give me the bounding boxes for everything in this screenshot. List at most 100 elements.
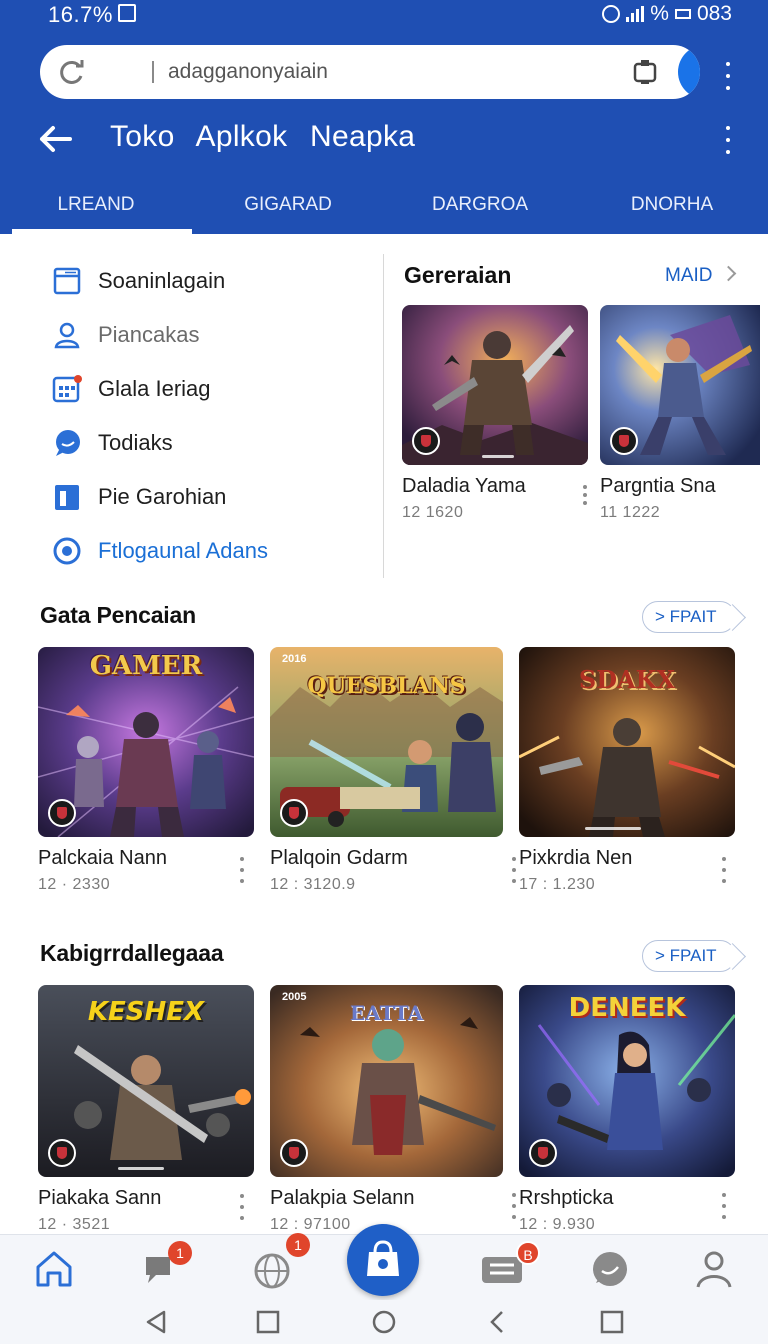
list-badge: B	[516, 1241, 540, 1265]
tab-dnorha[interactable]: DNORHA	[576, 186, 768, 234]
game-thumbnail[interactable]: KESHEX	[38, 985, 254, 1177]
more-options-icon[interactable]	[237, 857, 247, 883]
game-card[interactable]: DENEEK Rrshpticka 12 : 9.930	[519, 985, 735, 1234]
tab-lreand[interactable]: LREAND	[0, 186, 192, 234]
search-bar[interactable]	[40, 45, 700, 99]
recents-square-icon[interactable]	[254, 1308, 282, 1336]
more-options-icon[interactable]	[580, 485, 590, 505]
profile-icon[interactable]	[692, 1247, 736, 1291]
section-title: Kabigrrdallegaaa	[40, 940, 224, 966]
tab-label: DARGROA	[431, 194, 529, 215]
tab-dargroa[interactable]: DARGROA	[384, 186, 576, 234]
tab-label: LREAND	[57, 194, 135, 215]
status-icons: % 083	[602, 2, 732, 26]
search-input[interactable]	[168, 53, 608, 91]
menu-item-soaninlagain[interactable]: Soaninlagain	[0, 254, 384, 308]
game-thumbnail[interactable]: GAMER	[38, 647, 254, 837]
square-icon[interactable]	[598, 1308, 626, 1336]
assistant-icon	[698, 59, 700, 85]
battery-icon	[674, 9, 691, 19]
more-options-icon[interactable]	[237, 1194, 247, 1220]
refresh-icon[interactable]	[56, 57, 86, 87]
message-icon[interactable]	[588, 1247, 632, 1291]
menu-item-pie-garohian[interactable]: Pie Garohian	[0, 470, 384, 524]
store-fab-button[interactable]	[347, 1224, 419, 1296]
featured-more-link[interactable]: MAID	[665, 265, 736, 287]
game-title: Pixkrdia Nen	[519, 847, 633, 869]
menu-item-label: Piancakas	[98, 322, 200, 347]
chevron-left-icon[interactable]	[484, 1308, 512, 1336]
home-icon[interactable]	[32, 1247, 76, 1291]
featured-card[interactable]: Daladia Yama 12 1620	[402, 305, 588, 522]
tab-bar: LREAND GIGARAD DARGROA DNORHA	[0, 186, 768, 234]
more-link-label: MAID	[665, 265, 713, 286]
game-meta: 11 1222	[600, 504, 661, 521]
overflow-menu-icon[interactable]	[723, 62, 733, 90]
window-icon	[53, 267, 81, 295]
section-more-button[interactable]: > FPAIT	[642, 940, 736, 972]
game-meta: 17 : 1.230	[519, 876, 596, 893]
publisher-badge-icon	[48, 1139, 76, 1167]
publisher-badge-icon	[610, 427, 638, 455]
game-art-title: GAMER	[89, 651, 203, 681]
game-art-title: SDAKX	[578, 665, 676, 694]
globe-icon[interactable]	[250, 1247, 294, 1291]
featured-card[interactable]: Pargntia Sna 11 1222	[600, 305, 760, 522]
page-title: Toko Aplkok Neapka	[110, 120, 416, 153]
menu-item-glala-ieriag[interactable]: Glala Ieriag	[0, 362, 384, 416]
game-meta: 12 1620	[402, 504, 464, 521]
publisher-badge-icon	[280, 1139, 308, 1167]
game-card[interactable]: 2005 EATTA Palakpia Selann 12 : 97100	[270, 985, 516, 1234]
back-triangle-icon[interactable]	[142, 1308, 170, 1336]
game-thumbnail[interactable]: 2005 EATTA	[270, 985, 503, 1177]
game-title: Rrshpticka	[519, 1187, 614, 1209]
battery-text: 083	[696, 2, 732, 25]
game-title: Piakaka Sann	[38, 1187, 162, 1209]
game-thumbnail[interactable]	[402, 305, 588, 465]
more-options-icon[interactable]	[719, 1193, 729, 1219]
game-meta: 12 : 9.930	[519, 1216, 596, 1233]
game-thumbnail[interactable]: 2016 QUESBLANS	[270, 647, 503, 837]
header-menu-icon[interactable]	[723, 126, 733, 154]
globe-badge: 1	[286, 1233, 310, 1257]
featured-title: Gereraian	[404, 262, 512, 288]
menu-item-ftlogaunal-adans[interactable]: Ftlogaunal Adans	[0, 524, 384, 578]
menu-item-todiaks[interactable]: Todiaks	[0, 416, 384, 470]
chat-badge: 1	[168, 1241, 192, 1265]
bookmark-icon	[55, 485, 79, 510]
side-menu: Soaninlagain Piancakas Glala Ieriag Todi…	[0, 254, 384, 578]
menu-item-piancakas[interactable]: Piancakas	[0, 308, 384, 362]
shield-icon[interactable]	[632, 58, 658, 86]
game-thumbnail[interactable]: DENEEK	[519, 985, 735, 1177]
game-thumbnail[interactable]: SDAKX	[519, 647, 735, 837]
game-title: Plalqoin Gdarm	[270, 847, 408, 869]
more-options-icon[interactable]	[719, 857, 729, 883]
publisher-badge-icon	[280, 799, 308, 827]
menu-item-label: Soaninlagain	[98, 268, 226, 293]
game-thumbnail[interactable]	[600, 305, 760, 465]
game-meta: 12 · 3521	[38, 1216, 111, 1233]
back-arrow-icon[interactable]	[38, 124, 72, 154]
more-options-icon[interactable]	[509, 1193, 519, 1219]
shopping-bag-icon	[367, 1240, 399, 1276]
game-card[interactable]: 2016 QUESBLANS Plalqoin Gdarm 12 : 3120.…	[270, 647, 516, 894]
game-card[interactable]: GAMER Palckaia Nann 12 · 2330	[38, 647, 254, 894]
menu-item-label: Todiaks	[98, 430, 173, 455]
game-card[interactable]: KESHEX Piakaka Sann 12 · 3521	[38, 985, 254, 1234]
game-card[interactable]: SDAKX Pixkrdia Nen 17 : 1.230	[519, 647, 735, 894]
assistant-button[interactable]	[678, 45, 700, 99]
game-art-title: EATTA	[349, 1001, 424, 1025]
notification-icon	[118, 4, 136, 22]
home-circle-icon[interactable]	[370, 1308, 398, 1336]
system-navigation	[0, 1300, 768, 1344]
menu-item-label: Glala Ieriag	[98, 376, 211, 401]
tab-gigarad[interactable]: GIGARAD	[192, 186, 384, 234]
signal-icon	[626, 6, 645, 22]
game-meta: 12 · 2330	[38, 876, 111, 893]
game-art-title: QUESBLANS	[307, 673, 466, 699]
more-options-icon[interactable]	[509, 857, 519, 883]
alarm-icon	[602, 5, 621, 23]
grid-calendar-icon	[52, 375, 82, 403]
chat-bubble-icon	[56, 430, 80, 456]
section-more-button[interactable]: > FPAIT	[642, 601, 736, 633]
